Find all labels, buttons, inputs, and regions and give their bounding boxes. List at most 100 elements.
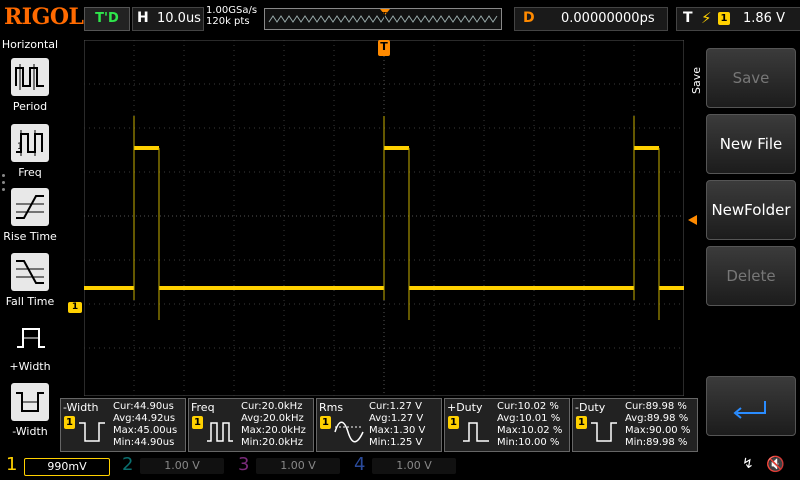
- enter-button[interactable]: [706, 376, 796, 436]
- measurement-min: Min:20.0kHz: [241, 437, 303, 448]
- delay-box[interactable]: D 0.00000000ps: [514, 7, 668, 31]
- measurement-source-badge: 1: [448, 416, 459, 429]
- measurement-max: Max:1.30 V: [369, 425, 426, 436]
- measurement-name: -Width: [63, 401, 99, 414]
- enter-arrow-icon: [733, 401, 766, 419]
- menu-item-label: +Width: [9, 360, 51, 373]
- positive-width-icon: [11, 318, 51, 358]
- channel-scale: 1.00 V: [372, 458, 456, 474]
- measurement-min: Min:10.00 %: [497, 437, 560, 448]
- save-menu-title: Save: [690, 66, 703, 94]
- measurement-cur: Cur:1.27 V: [369, 401, 422, 412]
- measurement-name: Rms: [319, 401, 344, 414]
- channel-3-status[interactable]: 3 1.00 V: [232, 454, 342, 478]
- measurement-positive-duty[interactable]: +Duty 1 Cur:10.02 % Avg:10.01 % Max:10.0…: [444, 398, 570, 452]
- channel-4-status[interactable]: 4 1.00 V: [348, 454, 458, 478]
- measurement-negative-duty[interactable]: -Duty 1 Cur:89.98 % Avg:89.98 % Max:90.0…: [572, 398, 698, 452]
- channel-number: 3: [238, 454, 250, 475]
- measurement-name: +Duty: [447, 401, 483, 414]
- measurement-source-badge: 1: [576, 416, 587, 429]
- svg-text:T: T: [381, 11, 387, 20]
- channel-number: 2: [122, 454, 134, 475]
- trigger-source-badge: 1: [718, 12, 730, 25]
- new-file-button[interactable]: New File: [706, 114, 796, 174]
- horizontal-timebase[interactable]: H 10.0us: [132, 7, 204, 31]
- channel-scale: 1.00 V: [140, 458, 224, 474]
- measurement-source-badge: 1: [64, 416, 75, 429]
- menu-item-rise-time[interactable]: Rise Time: [0, 188, 60, 250]
- measurement-max: Max:45.00us: [113, 425, 178, 436]
- menu-item-freq[interactable]: 1 Freq: [0, 124, 60, 186]
- rigol-logo: RIGOL: [4, 4, 84, 30]
- measurement-name: Freq: [191, 401, 215, 414]
- svg-text:1: 1: [17, 142, 23, 152]
- measurement-rms[interactable]: Rms 1 Cur:1.27 V Avg:1.27 V Max:1.30 V M…: [316, 398, 442, 452]
- freq-icon: 1: [11, 124, 49, 162]
- sample-info: 1.00GSa/s 120k pts: [206, 5, 262, 27]
- measurement-name: -Duty: [575, 401, 606, 414]
- measurement-avg: Avg:1.27 V: [369, 413, 424, 424]
- horizontal-label: H: [137, 10, 149, 26]
- menu-item-negative-width[interactable]: -Width: [0, 383, 60, 445]
- trigger-position-marker[interactable]: T: [378, 40, 390, 56]
- measurement-avg: Avg:44.92us: [113, 413, 176, 424]
- measurement-cur: Cur:10.02 %: [497, 401, 559, 412]
- measurement-max: Max:90.00 %: [625, 425, 691, 436]
- positive-duty-icon: [463, 422, 489, 442]
- menu-item-label: Fall Time: [5, 295, 55, 308]
- new-folder-button[interactable]: NewFolder: [706, 180, 796, 240]
- menu-item-label: Period: [12, 100, 48, 113]
- delay-label: D: [523, 10, 535, 26]
- measurement-freq[interactable]: Freq 1 Cur:20.0kHz Avg:20.0kHz Max:20.0k…: [188, 398, 314, 452]
- save-button[interactable]: Save: [706, 48, 796, 108]
- usb-icon: ↯: [742, 456, 754, 472]
- negative-duty-icon: [591, 422, 617, 442]
- run-stop-status[interactable]: T'D: [84, 7, 130, 31]
- period-icon: [11, 58, 49, 96]
- menu-item-label: -Width: [12, 425, 48, 438]
- trigger-box[interactable]: T ⚡ 1 1.86 V: [676, 7, 800, 31]
- menu-title: Horizontal: [1, 38, 59, 51]
- negative-width-icon: [79, 422, 105, 442]
- freq-icon: [207, 422, 233, 442]
- waveform-display[interactable]: [84, 40, 684, 396]
- trigger-level: 1.86 V: [743, 11, 785, 26]
- negative-width-icon: [11, 383, 49, 421]
- memory-depth: 120k pts: [206, 16, 250, 27]
- measurement-cur: Cur:89.98 %: [625, 401, 687, 412]
- channel1-ground-marker[interactable]: 1: [68, 302, 82, 313]
- memory-position-bar[interactable]: T: [264, 8, 502, 30]
- measurement-min: Min:89.98 %: [625, 437, 688, 448]
- menu-item-period[interactable]: Period: [0, 58, 60, 120]
- measurement-min: Min:1.25 V: [369, 437, 423, 448]
- speaker-muted-icon[interactable]: 🔇: [766, 455, 785, 473]
- measurement-cur: Cur:44.90us: [113, 401, 174, 412]
- measurement-source-badge: 1: [320, 416, 331, 429]
- channel-1-status[interactable]: 1 990mV: [0, 454, 110, 478]
- memory-waveform-thumbnail: T: [268, 9, 498, 23]
- menu-item-fall-time[interactable]: Fall Time: [0, 253, 60, 315]
- fall-time-icon: [11, 253, 49, 291]
- measurement-source-badge: 1: [192, 416, 203, 429]
- measurement-negative-width[interactable]: -Width 1 Cur:44.90us Avg:44.92us Max:45.…: [60, 398, 186, 452]
- measurement-avg: Avg:20.0kHz: [241, 413, 304, 424]
- channel-scale: 1.00 V: [256, 458, 340, 474]
- measurement-max: Max:10.02 %: [497, 425, 563, 436]
- trigger-label: T: [683, 10, 693, 26]
- rise-time-icon: [11, 188, 49, 226]
- delay-value: 0.00000000ps: [561, 11, 655, 26]
- rising-edge-icon: ⚡: [701, 9, 712, 27]
- channel-number: 1: [6, 454, 18, 475]
- measurement-avg: Avg:89.98 %: [625, 413, 689, 424]
- channel-2-status[interactable]: 2 1.00 V: [116, 454, 226, 478]
- timebase-value: 10.0us: [157, 11, 201, 26]
- menu-item-positive-width[interactable]: +Width: [0, 318, 60, 380]
- measurement-min: Min:44.90us: [113, 437, 175, 448]
- channel-scale: 990mV: [24, 458, 110, 476]
- measurement-avg: Avg:10.01 %: [497, 413, 561, 424]
- channel-number: 4: [354, 454, 366, 475]
- delete-button[interactable]: Delete: [706, 246, 796, 306]
- sample-rate: 1.00GSa/s: [206, 5, 258, 16]
- menu-item-label: Freq: [18, 166, 42, 179]
- rms-sine-icon: [334, 421, 364, 443]
